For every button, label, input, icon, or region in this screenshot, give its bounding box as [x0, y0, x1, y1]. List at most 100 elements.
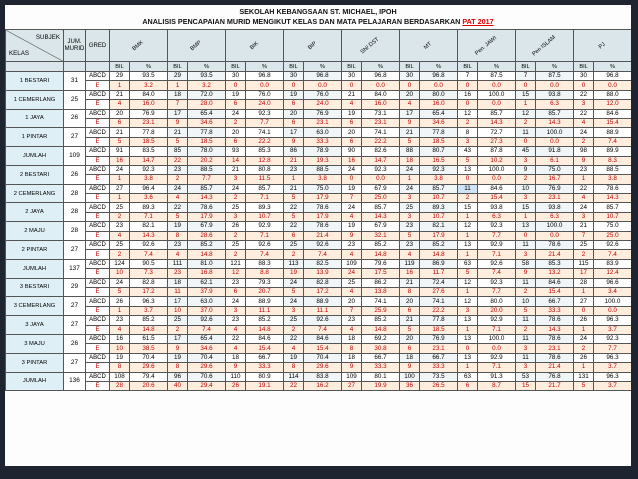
subject-header-mt: MT [399, 29, 459, 62]
table-cell: 7 [341, 305, 362, 317]
table-cell: 3 [515, 249, 537, 260]
table-cell: 23 [399, 221, 421, 232]
table-cell: 3.8 [303, 174, 342, 185]
pct-header: % [593, 61, 631, 72]
table-row: E 4 14.3 8 28.6 2 7.1 6 21.4 9 32.1 5 17.9 1 7.7 0 0.0 7 2… [6, 230, 631, 242]
table-cell: 15.4 [477, 193, 517, 204]
table-cell: 84.0 [360, 89, 401, 101]
table-cell: 3.7 [593, 324, 631, 335]
table-cell: 8 [399, 286, 421, 298]
table-cell: 18.5 [419, 136, 459, 148]
table-cell: 22 [283, 221, 304, 232]
table-cell: 0 [515, 230, 537, 242]
table-cell: 58 [515, 258, 537, 270]
table-row: 3 BESTARI 29 ABCD 24 82.8 18 62.1 23 79.3 24 82.8 2… [5, 277, 631, 298]
table-cell: 9 [515, 164, 537, 176]
table-cell: 9 [341, 230, 362, 242]
table-cell: 11.5 [245, 174, 284, 185]
table-cell: 3 [457, 136, 479, 148]
table-cell: 18.5 [129, 136, 168, 148]
table-cell: 11 [515, 333, 537, 345]
table-cell: 7.1 [477, 362, 517, 373]
table-cell: 4 [399, 249, 421, 260]
table-cell: 74.1 [360, 296, 401, 307]
table-cell: 16 [399, 268, 421, 279]
table-row: E 2 7.4 4 14.8 2 7.4 2 7.4 4 14.8 4 14.8 1 7.1 3 21.4 2 7.… [6, 249, 631, 260]
table-cell: 19 [167, 221, 188, 232]
table-cell: 100.0 [535, 127, 575, 138]
table-cell: 16 [109, 155, 130, 166]
table-cell: 26 [225, 221, 246, 232]
table-cell: 109 [341, 371, 362, 382]
table-cell: 1 [457, 230, 479, 242]
gred-header: GRED [85, 29, 110, 62]
grade-e: E [85, 117, 110, 129]
table-row: JUMLAH 137 ABCD 124 90.5 111 81.0 121 88.3 113 82.… [5, 258, 631, 279]
grade-abcd: ABCD [85, 221, 110, 232]
table-cell: 21 [225, 164, 246, 176]
table-cell: 13 [457, 240, 479, 251]
table-cell: 6 [225, 286, 246, 298]
table-cell: 21 [399, 127, 421, 138]
table-cell: 4 [399, 99, 421, 110]
table-cell: 16.0 [360, 99, 401, 110]
table-cell: 43 [457, 146, 479, 157]
table-cell: 24 [573, 333, 595, 345]
subjek-label: SUBJEK [35, 34, 60, 41]
table-cell: 18 [167, 89, 188, 101]
table-cell: 77.8 [419, 127, 459, 138]
table-cell: 96.8 [303, 70, 342, 82]
table-cell: 12 [225, 268, 246, 279]
table-cell: 2 [573, 136, 595, 148]
table-cell: 19 [341, 221, 362, 232]
table-cell: 0.0 [535, 136, 575, 148]
table-cell: 84.0 [129, 89, 168, 101]
table-cell: 16 [457, 89, 479, 101]
table-cell: 88.5 [593, 164, 631, 176]
table-cell: 23 [109, 221, 130, 232]
table-cell: 77.8 [419, 315, 459, 326]
table-cell: 78.6 [535, 352, 575, 364]
table-cell: 92.6 [303, 315, 342, 326]
table-cell: 25 [573, 240, 595, 251]
grade-e: E [85, 174, 110, 185]
table-cell: 90.5 [129, 258, 168, 270]
table-cell: 23 [573, 164, 595, 176]
table-cell: 5 [167, 136, 188, 148]
table-cell: 2 [457, 117, 479, 129]
table-cell: 93.5 [129, 70, 168, 82]
table-cell: 92.3 [360, 164, 401, 176]
table-cell: 93.8 [535, 89, 575, 101]
table-cell: 63 [457, 371, 479, 382]
table-cell: 21 [341, 89, 362, 101]
table-cell: 11 [457, 183, 479, 195]
table-cell: 24 [399, 183, 421, 195]
table-cell: 17 [167, 333, 188, 345]
table-cell: 16.2 [303, 380, 342, 392]
grade-abcd: ABCD [85, 352, 110, 364]
jum-murid-value: 27 [63, 127, 86, 148]
table-cell: 1 [167, 80, 188, 91]
pct-header: % [477, 61, 517, 72]
table-cell: 73.5 [419, 371, 459, 382]
jum-murid-value: 27 [63, 352, 86, 373]
table-cell: 25 [283, 315, 304, 326]
title-prefix: ANALISIS PENCAPAIAN MURID MENGIKUT KELAS… [142, 17, 461, 26]
table-cell: 6 [341, 117, 362, 129]
table-row: E 5 18.5 5 18.5 6 22.2 9 33.3 6 22.2 5 18.5 3 27.3 0 0.0… [6, 136, 631, 148]
table-cell: 0 [341, 80, 362, 91]
table-cell: 85.2 [187, 240, 226, 251]
subject-header-sn-dst: SN/ DST [340, 29, 401, 62]
table-cell: 1 [515, 211, 537, 223]
table-cell: 3.7 [593, 380, 631, 392]
table-cell: 96.4 [129, 183, 168, 195]
table-cell: 93 [225, 146, 246, 157]
table-body: 1 BESTARI 31 ABCD 29 93.5 29 93.5 30 96.8 30 96.8 3… [5, 70, 631, 392]
table-cell: 21 [573, 221, 595, 232]
table-cell: 86.2 [360, 277, 401, 289]
table-cell: 78.6 [187, 202, 226, 213]
table-cell: 11 [167, 286, 188, 298]
table-cell: 108 [109, 371, 130, 382]
grade-e: E [85, 305, 110, 317]
table-cell: 5 [457, 155, 479, 166]
